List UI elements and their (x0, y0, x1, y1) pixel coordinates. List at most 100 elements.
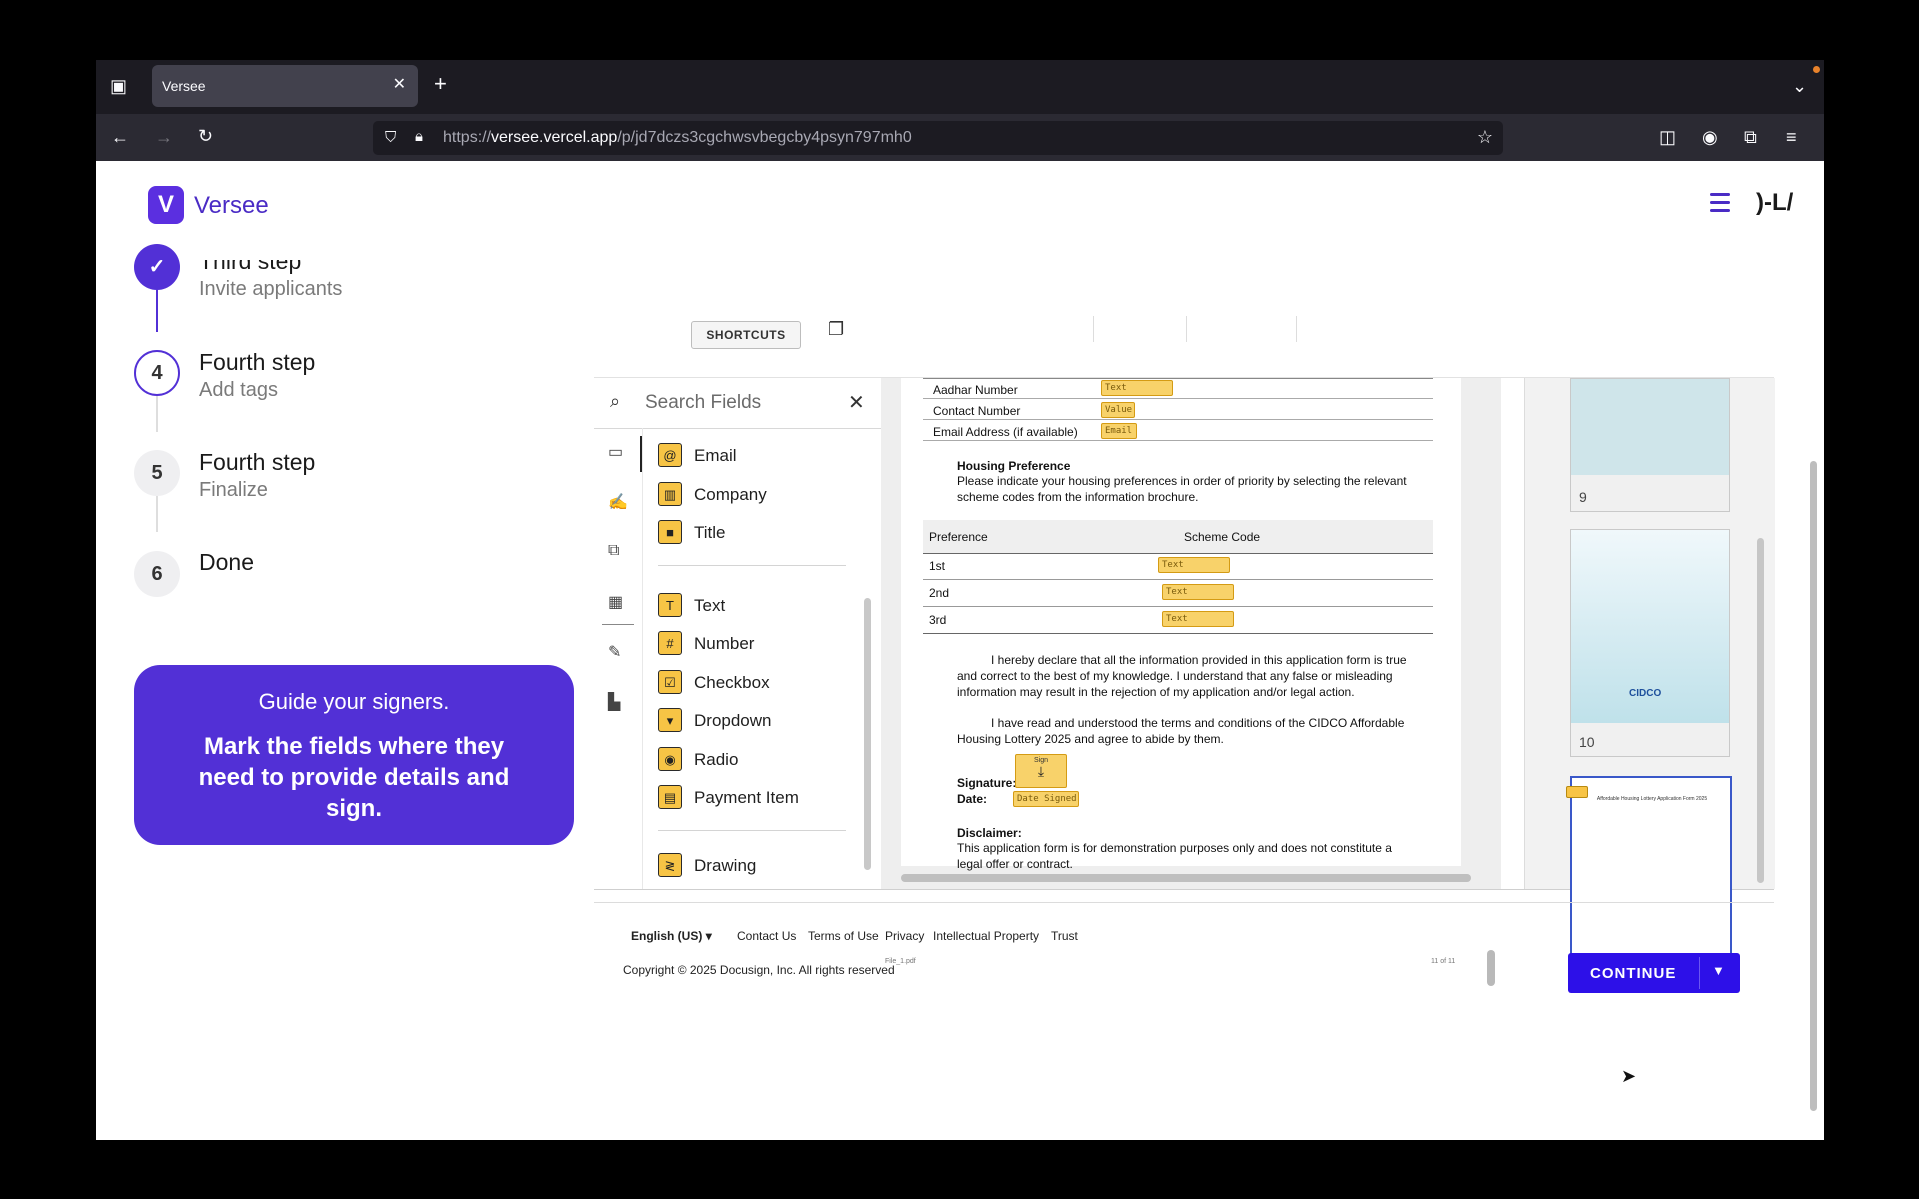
thumbnails-scrollbar[interactable] (1757, 538, 1764, 883)
step-5-circle: 5 (134, 450, 180, 496)
shortcuts-button[interactable]: SHORTCUTS (691, 321, 801, 349)
hamburger-menu-icon[interactable] (1710, 193, 1730, 217)
step-connector (156, 290, 158, 332)
new-tab-icon[interactable]: + (434, 73, 447, 95)
url-bar[interactable]: ⛉ 🔒︎ https://versee.vercel.app/p/jd7dczs… (373, 121, 1503, 155)
language-select[interactable]: English (US) ▾ (631, 929, 712, 943)
housing-title: Housing Preference (957, 459, 1071, 473)
continue-button[interactable]: CONTINUE ▼ (1568, 953, 1740, 993)
caret-down-icon: ▾ (705, 929, 712, 943)
tab-close-icon[interactable]: ✕ (393, 74, 406, 94)
tab-overview-icon[interactable]: ▣ (110, 76, 127, 96)
versee-logo-icon[interactable]: V (148, 186, 184, 224)
tab-bar: ▣ Versee ✕ + ⌄ (96, 60, 1824, 114)
copy-icon[interactable]: ❐ (828, 319, 844, 340)
date-signed-tag[interactable]: Date Signed (1013, 791, 1079, 807)
thumb-number: 9 (1579, 489, 1587, 505)
step-3-check-icon: ✓ (134, 244, 180, 290)
lock-icon[interactable]: 🔒︎ (415, 128, 423, 145)
footer-trust[interactable]: Trust (1051, 929, 1078, 943)
fields-scrollbar[interactable] (864, 598, 871, 870)
search-input[interactable]: Search Fields (645, 392, 761, 414)
text-tag[interactable]: Text (1158, 557, 1230, 573)
chevron-down-icon[interactable]: ⌄ (1792, 76, 1807, 96)
text-tag[interactable]: Text (1162, 584, 1234, 600)
text-icon: T (658, 593, 682, 617)
form-fields-icon[interactable]: ▦ (608, 592, 628, 612)
standard-fields-icon[interactable]: ▭ (608, 442, 628, 462)
button-divider (1699, 957, 1700, 989)
menu-icon[interactable]: ≡ (1786, 127, 1797, 147)
step-connector (156, 396, 158, 432)
step-5-subtitle: Finalize (199, 479, 268, 501)
doc-vertical-scrollbar[interactable] (1487, 950, 1495, 986)
radio-icon: ◉ (658, 747, 682, 771)
declaration-2: I have read and understood the terms and… (957, 716, 1405, 746)
pref-1st: 1st (929, 559, 946, 573)
page-content: V Versee )-L/ ✓ Third step Invite applic… (96, 161, 1824, 1140)
stacked-fields-icon[interactable]: ⧉ (608, 542, 628, 562)
value-tag[interactable]: Value (1101, 402, 1135, 418)
declaration-1: I hereby declare that all the informatio… (957, 653, 1407, 699)
url-text[interactable]: https://versee.vercel.app/p/jd7dczs3cgch… (443, 129, 912, 147)
bookmark-star-icon[interactable]: ☆ (1477, 127, 1493, 148)
page-scrollbar[interactable] (1810, 461, 1817, 1111)
clear-search-icon[interactable]: ✕ (848, 390, 865, 415)
footer-terms[interactable]: Terms of Use (808, 929, 879, 943)
tag-editor: ⌕ Search Fields ✕ ▭ ✍ ⧉ ▦ ✎ ▙ @ Email ▥ … (594, 377, 1775, 986)
back-arrow-icon[interactable]: ← (111, 127, 129, 147)
field-label: Company (694, 485, 767, 504)
pocket-icon[interactable]: ◫ (1659, 127, 1676, 147)
caret-down-icon[interactable]: ▼ (1712, 963, 1726, 978)
disclaimer-title: Disclaimer: (957, 826, 1022, 840)
signature-fields-icon[interactable]: ✍ (608, 492, 628, 512)
search-bar: ⌕ Search Fields ✕ (594, 378, 881, 429)
tab-title: Versee (162, 78, 206, 94)
continue-label: CONTINUE (1590, 965, 1677, 982)
doc-label-aadhar: Aadhar Number (933, 383, 1018, 397)
table-line (923, 398, 1433, 399)
field-label: Title (694, 523, 726, 542)
field-label: Drawing (694, 856, 757, 875)
sign-tag[interactable]: Sign ⤓ (1015, 754, 1067, 788)
thumbnail-page-9[interactable]: 9 (1570, 378, 1730, 512)
reload-icon[interactable]: ↻ (198, 126, 213, 146)
pref-2nd: 2nd (929, 586, 950, 600)
document-viewer: Aadhar Number Text Contact Number Value … (881, 378, 1501, 986)
fields-divider (658, 830, 846, 831)
browser-window: ▣ Versee ✕ + ⌄ ← → ↻ ⛉ 🔒︎ https://versee… (96, 60, 1824, 1140)
step-connector (156, 496, 158, 532)
shield-icon[interactable]: ⛉ (385, 129, 396, 146)
copyright: Copyright © 2025 Docusign, Inc. All righ… (623, 963, 895, 977)
footer-contact[interactable]: Contact Us (737, 929, 796, 943)
pencil-icon[interactable]: ✎ (608, 642, 628, 662)
step-4-subtitle: Add tags (199, 379, 278, 401)
table-line (923, 606, 1433, 607)
thumb-title: Affordable Housing Lottery Application F… (1596, 796, 1708, 802)
guide-card: Guide your signers. Mark the fields wher… (134, 665, 574, 845)
templates-icon[interactable]: ▙ (608, 692, 628, 712)
extensions-icon[interactable]: ⧉ (1744, 127, 1757, 147)
rail-divider (602, 624, 634, 625)
account-icon[interactable]: ◉ (1702, 127, 1718, 147)
tag-marker-icon (1566, 786, 1588, 798)
briefcase-icon: ■ (658, 520, 682, 544)
table-line (923, 633, 1433, 634)
footer-divider (594, 902, 1774, 903)
doc-label-contact: Contact Number (933, 404, 1021, 418)
tab-versee[interactable]: Versee ✕ (152, 65, 418, 107)
logo-text[interactable]: Versee (194, 192, 269, 220)
forward-arrow-icon[interactable]: → (155, 127, 173, 147)
guide-line2: Mark the fields where they need to provi… (198, 733, 510, 822)
user-menu-clipped[interactable]: )-L/ (1756, 189, 1793, 217)
toolbar-divider (1186, 316, 1187, 342)
email-tag[interactable]: Email (1101, 423, 1137, 439)
checkbox-icon: ☑ (658, 670, 682, 694)
footer-ip[interactable]: Intellectual Property (933, 929, 1039, 943)
table-line (923, 378, 1433, 379)
text-tag[interactable]: Text (1101, 380, 1173, 396)
thumbnail-page-10[interactable]: CIDCO 10 (1570, 529, 1730, 757)
footer-privacy[interactable]: Privacy (885, 929, 924, 943)
text-tag[interactable]: Text (1162, 611, 1234, 627)
doc-horizontal-scrollbar[interactable] (901, 874, 1471, 882)
